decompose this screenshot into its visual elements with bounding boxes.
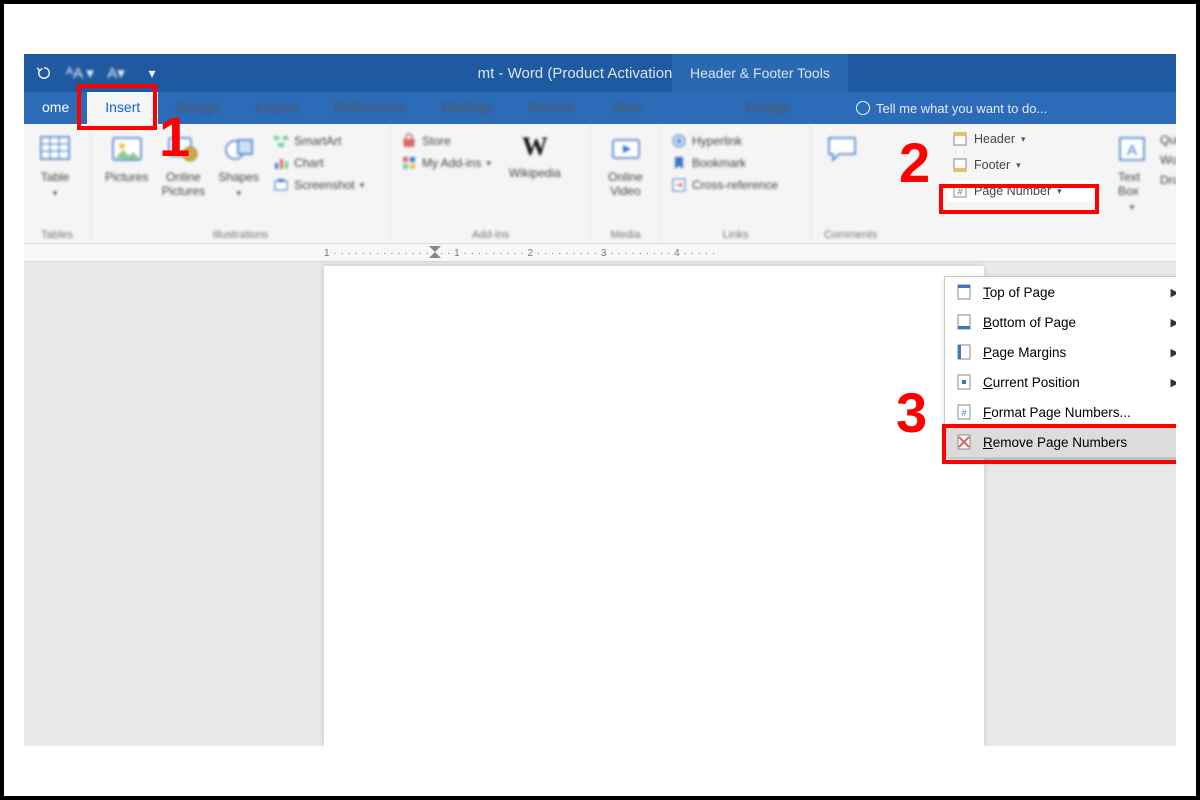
svg-text:#: # (957, 187, 962, 197)
online-video-button[interactable]: Online Video (599, 128, 652, 202)
tell-me-placeholder: Tell me what you want to do... (876, 101, 1047, 116)
group-label-links: Links (661, 229, 810, 241)
wikipedia-button[interactable]: W Wikipedia (503, 128, 567, 184)
tab-view[interactable]: View (593, 92, 659, 124)
tab-mailings[interactable]: Mailings (423, 92, 510, 124)
page-number-button[interactable]: # Page Number ▾ (948, 180, 1096, 202)
my-addins-button[interactable]: My Add-ins ▾ (399, 154, 493, 172)
store-button[interactable]: Store (399, 132, 493, 150)
ruler[interactable]: 1 · · · · · · · · · · · · · · · · · 1 · … (24, 244, 1176, 262)
menu-top-of-page[interactable]: TTop of Pageop of Page ▶ (945, 277, 1176, 307)
screenshot-frame: ᴬA ▾ A▾ ▾ mt - Word (Product Activation … (0, 0, 1200, 800)
customize-qat-icon[interactable]: ▾ (138, 59, 166, 87)
submenu-arrow-icon: ▶ (1171, 376, 1176, 389)
footer-button[interactable]: Footer ▾ (948, 154, 1096, 176)
table-button[interactable]: Table▾ (32, 128, 78, 203)
submenu-arrow-icon: ▶ (1171, 316, 1176, 329)
group-comments: Comments (810, 124, 890, 243)
drop-cap-button[interactable]: Dro (1158, 172, 1176, 188)
tab-references[interactable]: References (316, 92, 424, 124)
header-button[interactable]: Header ▾ (948, 128, 1096, 150)
font-decrease-icon[interactable]: A▾ (102, 59, 130, 87)
group-media: Online Video Media (590, 124, 660, 243)
group-addins: Store My Add-ins ▾ W Wikipedia Add-ins (390, 124, 590, 243)
text-box-button[interactable]: A Text Box▾ (1112, 128, 1152, 217)
shapes-button[interactable]: Shapes▾ (212, 128, 265, 203)
group-links: Hyperlink Bookmark Cross-reference Links (660, 124, 810, 243)
submenu-arrow-icon: ▶ (1171, 346, 1176, 359)
tab-insert[interactable]: Insert (87, 92, 158, 124)
ribbon-tabs: ome Insert Design Layout References Mail… (24, 92, 1176, 124)
smartart-button[interactable]: SmartArt (271, 132, 366, 150)
window-title: mt - Word (Product Activation Failed) (24, 65, 1176, 82)
cross-reference-button[interactable]: Cross-reference (669, 176, 802, 194)
screenshot-button[interactable]: Screenshot ▾ (271, 176, 366, 194)
svg-text:A: A (1127, 142, 1137, 159)
menu-format-page-numbers[interactable]: # Format Page Numbers... (945, 397, 1176, 427)
group-label-illustrations: Illustrations (91, 229, 390, 241)
context-tab-header-footer-tools: Header & Footer Tools (672, 54, 848, 92)
font-increase-icon[interactable]: ᴬA ▾ (66, 59, 94, 87)
tab-layout[interactable]: Layout (238, 92, 316, 124)
ruler-ticks: 1 · · · · · · · · · · · · · · · · · 1 · … (324, 248, 1176, 259)
chart-button[interactable]: Chart (271, 154, 366, 172)
quick-parts-button[interactable]: Quic (1158, 132, 1176, 148)
group-label-media: Media (591, 229, 660, 241)
online-pictures-button[interactable]: Online Pictures (156, 128, 210, 203)
comment-button[interactable] (819, 128, 865, 170)
group-label-comments: Comments (811, 229, 890, 241)
submenu-arrow-icon: ▶ (1171, 286, 1176, 299)
ribbon: Table▾ Tables Pictures Online Pictures S… (24, 124, 1176, 244)
menu-bottom-of-page[interactable]: Bottom of Page ▶ (945, 307, 1176, 337)
group-label-tables: Tables (24, 229, 90, 241)
tab-context-design[interactable]: Design (724, 92, 812, 124)
tell-me-search[interactable]: Tell me what you want to do... (856, 92, 1047, 124)
page-number-menu: TTop of Pageop of Page ▶ Bottom of Page … (944, 276, 1176, 458)
document-page[interactable] (324, 266, 984, 746)
tab-review[interactable]: Review (511, 92, 593, 124)
group-text-partial: A Text Box▾ Quic Wor Dro (1108, 124, 1176, 221)
group-label-addins: Add-ins (391, 229, 590, 241)
wordart-button[interactable]: Wor (1158, 152, 1176, 168)
menu-current-position[interactable]: Current Position ▶ (945, 367, 1176, 397)
svg-text:#: # (961, 408, 966, 418)
lightbulb-icon (856, 101, 870, 115)
pictures-button[interactable]: Pictures (99, 128, 154, 203)
tab-design[interactable]: Design (158, 92, 238, 124)
menu-remove-page-numbers[interactable]: Remove Page Numbers (945, 427, 1176, 457)
header-footer-commands: Header ▾ Footer ▾ # Page Number ▾ (942, 124, 1102, 206)
group-illustrations: Pictures Online Pictures Shapes▾ SmartAr… (90, 124, 390, 243)
group-tables: Table▾ Tables (24, 124, 90, 243)
titlebar: ᴬA ▾ A▾ ▾ mt - Word (Product Activation … (24, 54, 1176, 92)
undo-icon[interactable] (30, 59, 58, 87)
bookmark-button[interactable]: Bookmark (669, 154, 802, 172)
hyperlink-button[interactable]: Hyperlink (669, 132, 802, 150)
menu-page-margins[interactable]: Page Margins ▶ (945, 337, 1176, 367)
tab-home[interactable]: ome (24, 92, 87, 124)
